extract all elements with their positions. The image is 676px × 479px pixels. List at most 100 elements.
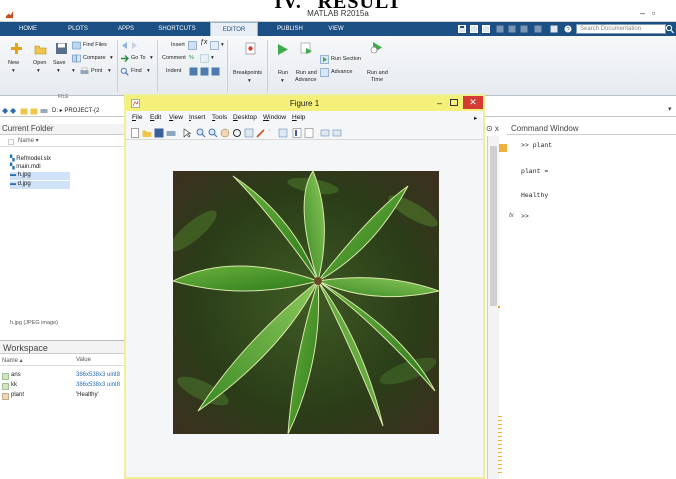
search-icon[interactable] <box>665 24 674 34</box>
current-path[interactable]: D: ▸ PROJECT-(2 <box>52 107 99 114</box>
smart-indent-icon[interactable] <box>211 67 220 76</box>
tab-view[interactable]: VIEW <box>318 22 354 36</box>
menu-help[interactable]: Help <box>292 114 305 121</box>
outdent-icon[interactable] <box>200 67 209 76</box>
workspace-row[interactable]: kk 386x538x3 uint8 <box>0 382 124 391</box>
menu-window[interactable]: Window <box>263 114 286 121</box>
insert-dropdown-icon[interactable] <box>210 41 219 50</box>
file-row[interactable]: ▬ d.jpg <box>10 181 70 189</box>
back-arrow-icon[interactable]: ◆ <box>2 106 8 115</box>
file-row[interactable]: ▚ main.mdl <box>10 163 80 171</box>
fx-icon[interactable]: fx <box>509 213 514 219</box>
print-dropdown-arrow-icon[interactable]: ▾ <box>108 68 111 74</box>
switch-windows-icon[interactable] <box>534 25 542 33</box>
select-checkbox-icon[interactable] <box>8 139 14 145</box>
figure-window[interactable]: Figure 1 – ✕ File Edit View Insert Tools… <box>124 94 485 479</box>
minimize-button[interactable]: – <box>640 8 645 18</box>
pan-hand-icon[interactable] <box>220 128 230 138</box>
find-button[interactable]: Find <box>131 68 142 74</box>
save-figure-icon[interactable] <box>154 128 164 138</box>
print-figure-icon[interactable] <box>166 128 176 138</box>
find-files-button[interactable]: Find Files <box>83 42 107 48</box>
forward-arrow-icon[interactable]: ◆ <box>10 106 16 115</box>
comment-percent-icon[interactable]: % <box>189 55 194 61</box>
hide-plot-tools-icon[interactable] <box>320 128 330 138</box>
compare-button[interactable]: Compare <box>83 55 106 61</box>
insert-function-icon[interactable]: ƒx <box>200 39 207 46</box>
save-button[interactable]: Save <box>53 60 66 66</box>
cut-quick-icon[interactable] <box>470 25 478 33</box>
save-quick-icon[interactable] <box>458 25 466 33</box>
menu-desktop[interactable]: Desktop <box>233 114 257 121</box>
show-plot-tools-icon[interactable] <box>332 128 342 138</box>
brush-icon[interactable] <box>256 128 266 138</box>
menu-tools[interactable]: Tools <box>212 114 227 121</box>
run-section-button[interactable]: Run Section <box>331 56 361 62</box>
insert-button[interactable]: Insert <box>171 42 185 48</box>
tab-shortcuts[interactable]: SHORTCUTS <box>152 22 202 36</box>
file-row[interactable]: ▬ h.jpg <box>10 172 70 180</box>
new-dropdown-icon[interactable]: ▾ <box>12 68 15 74</box>
run-and-time-label-2[interactable]: Time <box>371 77 383 83</box>
indent-icon[interactable] <box>189 67 198 76</box>
menu-edit[interactable]: Edit <box>150 114 161 121</box>
customize-icon[interactable] <box>550 25 558 33</box>
go-to-dropdown-icon[interactable]: ▾ <box>150 55 153 61</box>
workspace-row[interactable]: plant 'Healthy' <box>0 392 124 401</box>
insert-more-icon[interactable]: ▾ <box>221 42 224 48</box>
workspace-row[interactable]: ans 386x538x3 uint8 <box>0 372 124 381</box>
search-documentation-input[interactable]: Search Documentation <box>576 24 666 34</box>
open-dropdown-icon[interactable]: ▾ <box>37 68 40 74</box>
figure-title-bar[interactable]: Figure 1 – ✕ <box>126 96 483 111</box>
command-prompt[interactable]: >> <box>521 213 529 220</box>
run-and-time-label-1[interactable]: Run and <box>367 70 388 76</box>
print-dropdown-icon[interactable]: ▾ <box>72 68 75 74</box>
data-cursor-icon[interactable] <box>244 128 254 138</box>
vertical-scrollbar[interactable] <box>487 136 502 479</box>
figure-maximize-button[interactable] <box>450 99 458 106</box>
save-dropdown-icon[interactable]: ▾ <box>57 68 60 74</box>
print-button[interactable]: Print <box>91 68 102 74</box>
uncomment-icon[interactable] <box>200 54 209 63</box>
maximize-button[interactable]: ▫ <box>652 8 655 18</box>
insert-legend-icon[interactable] <box>304 128 314 138</box>
figure-close-button[interactable]: ✕ <box>463 96 483 109</box>
comment-button[interactable]: Comment <box>162 55 186 61</box>
tab-editor[interactable]: EDITOR <box>210 22 258 36</box>
run-button[interactable]: Run <box>278 70 288 76</box>
undo-quick-icon[interactable] <box>508 25 516 33</box>
insert-colorbar-icon[interactable] <box>292 128 302 138</box>
file-row[interactable]: ▚ Refmodel.slx <box>10 155 80 163</box>
comment-dropdown-icon[interactable]: ▾ <box>211 55 214 61</box>
tab-plots[interactable]: PLOTS <box>58 22 98 36</box>
help-icon[interactable]: ? <box>564 25 572 33</box>
address-dropdown-icon[interactable]: ▾ <box>668 105 672 113</box>
name-column-header[interactable]: Name ▾ <box>0 137 124 147</box>
copy-quick-icon[interactable] <box>482 25 490 33</box>
indent-button[interactable]: Indent <box>166 68 181 74</box>
menu-file[interactable]: File <box>132 114 143 121</box>
menu-dock-arrow-icon[interactable]: ▸ <box>474 114 477 122</box>
edit-plot-arrow-icon[interactable] <box>182 128 192 138</box>
browse-folder-icon[interactable] <box>30 107 38 115</box>
ws-name-column[interactable]: Name ▴ <box>2 357 23 364</box>
zoom-in-icon[interactable] <box>196 128 206 138</box>
command-window[interactable]: >> plant plant = Healthy fx >> <box>507 136 676 479</box>
menu-view[interactable]: View <box>169 114 183 121</box>
go-to-button[interactable]: Go To <box>131 55 146 61</box>
run-and-advance-label-1[interactable]: Run and <box>296 70 317 76</box>
advance-button[interactable]: Advance <box>331 69 352 75</box>
paste-quick-icon[interactable] <box>496 25 504 33</box>
menu-insert[interactable]: Insert <box>189 114 205 121</box>
tab-home[interactable]: HOME <box>10 22 46 36</box>
figure-minimize-button[interactable]: – <box>437 98 442 108</box>
redo-quick-icon[interactable] <box>520 25 528 33</box>
run-dropdown-icon[interactable]: ▾ <box>281 78 284 84</box>
open-button[interactable]: Open <box>33 60 46 66</box>
tab-apps[interactable]: APPS <box>108 22 144 36</box>
ws-value-column[interactable]: Value <box>76 357 91 363</box>
breakpoints-button[interactable]: Breakpoints <box>233 70 262 76</box>
compare-dropdown-icon[interactable]: ▾ <box>110 55 113 61</box>
up-folder-icon[interactable] <box>20 107 28 115</box>
new-button[interactable]: New <box>8 60 19 66</box>
